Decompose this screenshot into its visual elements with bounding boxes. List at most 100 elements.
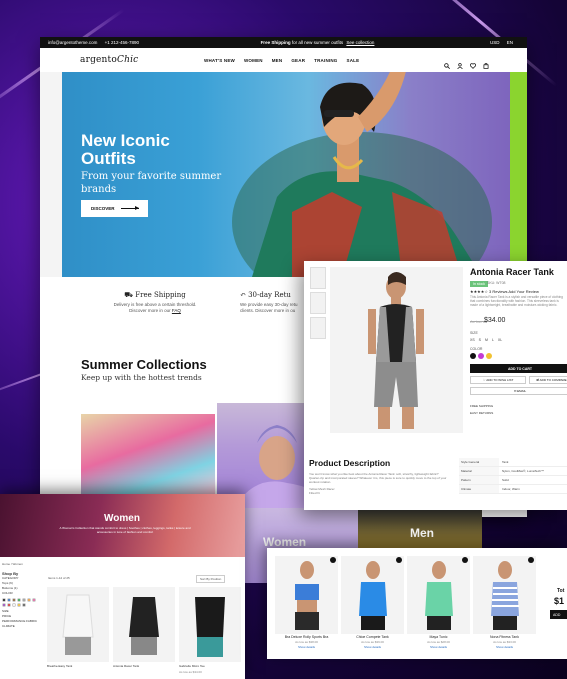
tank-model-image xyxy=(368,272,424,429)
size-option[interactable]: M xyxy=(485,338,488,342)
product-thumbnail[interactable] xyxy=(310,267,326,289)
discover-button[interactable]: DISCOVER xyxy=(81,200,148,217)
color-swatch[interactable] xyxy=(2,598,6,602)
related-product-name[interactable]: Maya Tunic xyxy=(407,635,470,639)
product-title: Antonia Racer Tank xyxy=(470,267,554,277)
product-image xyxy=(129,597,159,655)
category-page-panel: Women A Woman's Collection that stands c… xyxy=(0,494,245,679)
collections-subtitle: Keep up with the hottest trends xyxy=(81,373,202,382)
related-product-card[interactable] xyxy=(407,556,470,634)
select-check-icon[interactable] xyxy=(396,557,402,563)
see-collection-link[interactable]: See collection xyxy=(346,40,374,45)
product-short-description: This Antonia Racer Tank is a stylish and… xyxy=(470,295,563,307)
related-product-card[interactable] xyxy=(275,556,338,634)
category-banner: Women A Woman's Collection that stands c… xyxy=(0,494,245,557)
nav-item-training[interactable]: TRAINING xyxy=(314,58,337,63)
language-switcher[interactable]: EN xyxy=(507,40,513,45)
email-button[interactable]: ✉ EMAIL xyxy=(470,387,567,395)
email-link[interactable]: info@argentotheme.com xyxy=(48,40,97,45)
product-name[interactable]: Antonia Racer Tank xyxy=(113,664,139,668)
color-swatch[interactable] xyxy=(7,598,11,602)
size-option[interactable]: XS xyxy=(470,338,475,342)
store-logo[interactable]: argentoChic xyxy=(80,55,138,65)
cart-icon[interactable] xyxy=(483,56,489,69)
hero-banner[interactable]: New Iconic Outfits From your favorite sum… xyxy=(62,72,510,277)
color-swatch[interactable] xyxy=(470,353,476,359)
show-details-link[interactable]: Show details xyxy=(275,645,338,649)
show-details-link[interactable]: Show details xyxy=(473,645,536,649)
product-name[interactable]: Breathe-Easy Tank xyxy=(47,664,72,668)
color-swatch[interactable] xyxy=(22,603,26,607)
phone-link[interactable]: +1 212-456-7890 xyxy=(105,40,139,45)
select-check-icon[interactable] xyxy=(528,557,534,563)
nav-item-whats-new[interactable]: WHAT'S NEW xyxy=(204,58,235,63)
size-label: SIZE xyxy=(470,331,478,335)
add-to-compare-button[interactable]: ⇄ ADD TO COMPARE xyxy=(529,376,567,384)
toolbar-count: Items 1-12 of 25 xyxy=(48,576,70,580)
size-option[interactable]: XL xyxy=(498,338,502,342)
total-label: Tot xyxy=(557,588,565,594)
nav-item-women[interactable]: WOMEN xyxy=(244,58,263,63)
filter-item[interactable]: COLOR xyxy=(2,591,40,596)
color-swatch[interactable] xyxy=(17,603,21,607)
feature-free-shipping: ⛟ Free Shipping Delivery is free above a… xyxy=(95,292,215,314)
related-product-name[interactable]: Chloe Compete Tank xyxy=(341,635,404,639)
add-to-cart-button[interactable]: ADD TO CART xyxy=(470,364,567,373)
select-check-icon[interactable] xyxy=(330,557,336,563)
product-card[interactable] xyxy=(113,587,175,662)
nav-item-sale[interactable]: SALE xyxy=(347,58,360,63)
related-product-price: As low as $38.00 xyxy=(295,640,318,644)
color-swatch[interactable] xyxy=(27,598,31,602)
size-option[interactable]: S xyxy=(479,338,481,342)
color-swatch[interactable] xyxy=(7,603,11,607)
product-card[interactable] xyxy=(179,587,241,662)
color-swatch[interactable] xyxy=(17,598,21,602)
add-bundle-button[interactable]: ADD xyxy=(550,610,567,619)
product-thumbnail[interactable] xyxy=(310,317,326,339)
filter-item[interactable]: CLIMATE xyxy=(2,624,40,629)
color-swatch[interactable] xyxy=(22,598,26,602)
product-thumbnail[interactable] xyxy=(310,292,326,314)
product-specs-table: Style General Tank Material Nylon, CoolMax… xyxy=(459,458,567,494)
spec-row: Climate Indoor, Warm xyxy=(459,485,567,494)
product-main-image[interactable] xyxy=(330,267,463,433)
add-to-wishlist-button[interactable]: ♡ ADD TO WISH LIST xyxy=(470,376,526,384)
color-swatch[interactable] xyxy=(32,598,36,602)
product-card[interactable] xyxy=(47,587,109,662)
nav-item-men[interactable]: MEN xyxy=(272,58,283,63)
select-check-icon[interactable] xyxy=(462,557,468,563)
product-rating[interactable]: ★★★★☆ 3 Reviews Add Your Review xyxy=(470,289,539,294)
spec-row: Material Nylon, CoolMax®, LumaTech™ xyxy=(459,467,567,476)
color-swatch[interactable] xyxy=(12,603,16,607)
sort-select[interactable]: Sort By Position xyxy=(196,575,226,583)
related-product-name[interactable]: Nona Fitness Tank xyxy=(473,635,536,639)
promo-banner: Free Shipping for all new summer outfits… xyxy=(260,40,375,45)
collections-title: Summer Collections xyxy=(81,357,207,372)
show-details-link[interactable]: Show details xyxy=(407,645,470,649)
related-product-card[interactable] xyxy=(341,556,404,634)
size-option[interactable]: L xyxy=(492,338,494,342)
color-swatch[interactable] xyxy=(12,598,16,602)
nav-item-gear[interactable]: GEAR xyxy=(291,58,305,63)
hero-next-slide[interactable] xyxy=(510,72,527,277)
product-name[interactable]: Gabrielle Micro Tee xyxy=(179,664,205,668)
search-icon[interactable] xyxy=(444,56,450,69)
arrow-right-icon xyxy=(120,206,139,210)
color-label: COLOR xyxy=(470,347,483,351)
color-swatches xyxy=(470,353,492,359)
related-product-card[interactable] xyxy=(473,556,536,634)
show-details-link[interactable]: Show details xyxy=(341,645,404,649)
related-product-price: As low as $39.00 xyxy=(361,640,384,644)
main-nav: argentoChic WHAT'S NEW WOMEN MEN GEAR TR… xyxy=(40,48,527,72)
color-swatch[interactable] xyxy=(2,603,6,607)
color-swatch[interactable] xyxy=(486,353,492,359)
breadcrumb[interactable]: Home / Women xyxy=(2,562,23,566)
heart-icon[interactable] xyxy=(469,56,477,69)
related-product-price: As low as $28.00 xyxy=(427,640,450,644)
currency-switcher[interactable]: USD xyxy=(490,40,500,45)
top-bar: info@argentotheme.com +1 212-456-7890 Fr… xyxy=(40,37,527,48)
color-swatch[interactable] xyxy=(478,353,484,359)
related-product-name[interactable]: Bra Deluxe Rolly Sports Bra xyxy=(275,635,338,639)
faq-link[interactable]: FAQ xyxy=(172,308,181,313)
user-icon[interactable] xyxy=(457,56,463,70)
